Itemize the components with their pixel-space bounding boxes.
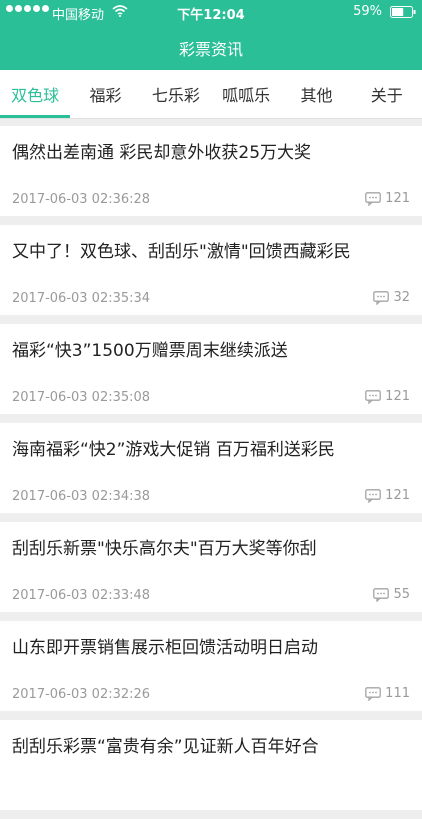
article-date: 2017-06-03 02:36:28 xyxy=(12,192,151,207)
article-date: 2017-06-03 02:35:34 xyxy=(12,291,151,306)
category-tabs: 双色球 福彩 七乐彩 呱呱乐 其他 关于 xyxy=(0,70,422,119)
article-card[interactable]: 又中了！双色球、刮刮乐"激情"回馈西藏彩民 2017-06-03 02:35:34… xyxy=(0,225,422,315)
status-bar: 中国移动 下午12:04 59% xyxy=(0,0,422,24)
comment-count: 55 xyxy=(373,587,410,602)
tab-label: 其他 xyxy=(300,86,333,105)
article-title: 福彩“快3”1500万赠票周末继续派送 xyxy=(12,341,288,361)
comment-count: 121 xyxy=(365,488,410,503)
comment-icon xyxy=(365,488,382,503)
comment-icon xyxy=(365,686,382,701)
article-card[interactable]: 刮刮乐新票"快乐高尔夫"百万大奖等你刮 2017-06-03 02:33:48 55 xyxy=(0,522,422,612)
comment-number: 111 xyxy=(385,686,410,701)
comment-number: 121 xyxy=(385,389,410,404)
comment-icon xyxy=(365,191,382,206)
comment-count: 121 xyxy=(365,191,410,206)
tab-4[interactable]: 其他 xyxy=(281,70,351,118)
article-title: 海南福彩“快2”游戏大促销 百万福利送彩民 xyxy=(12,440,335,460)
comment-number: 55 xyxy=(393,587,410,602)
article-card[interactable]: 海南福彩“快2”游戏大促销 百万福利送彩民 2017-06-03 02:34:38… xyxy=(0,423,422,513)
battery-percentage: 59% xyxy=(353,4,382,19)
article-card[interactable]: 刮刮乐彩票“富贵有余”见证新人百年好合 xyxy=(0,720,422,810)
battery-icon xyxy=(390,6,416,18)
comment-count: 121 xyxy=(365,389,410,404)
tab-3[interactable]: 呱呱乐 xyxy=(211,70,281,118)
article-card[interactable]: 福彩“快3”1500万赠票周末继续派送 2017-06-03 02:35:08 12… xyxy=(0,324,422,414)
article-title: 山东即开票销售展示柜回馈活动明日启动 xyxy=(12,638,318,658)
tab-label: 双色球 xyxy=(11,86,60,105)
comment-count: 32 xyxy=(373,290,410,305)
article-title: 刮刮乐新票"快乐高尔夫"百万大奖等你刮 xyxy=(12,539,317,559)
comment-icon xyxy=(373,290,390,305)
article-date: 2017-06-03 02:34:38 xyxy=(12,489,151,504)
comment-number: 32 xyxy=(393,290,410,305)
article-card[interactable]: 偶然出差南通 彩民却意外收获25万大奖 2017-06-03 02:36:28 12… xyxy=(0,126,422,216)
comment-count: 111 xyxy=(365,686,410,701)
page-title: 彩票资讯 xyxy=(178,40,243,59)
article-title: 刮刮乐彩票“富贵有余”见证新人百年好合 xyxy=(12,737,319,757)
tab-1[interactable]: 福彩 xyxy=(70,70,140,118)
tab-2[interactable]: 七乐彩 xyxy=(141,70,211,118)
comment-number: 121 xyxy=(385,488,410,503)
comment-icon xyxy=(365,389,382,404)
tab-label: 关于 xyxy=(370,86,403,105)
article-list: 偶然出差南通 彩民却意外收获25万大奖 2017-06-03 02:36:28 12… xyxy=(0,126,422,819)
article-date: 2017-06-03 02:33:48 xyxy=(12,588,151,603)
tab-label: 福彩 xyxy=(89,86,122,105)
tab-label: 呱呱乐 xyxy=(222,86,271,105)
article-date: 2017-06-03 02:35:08 xyxy=(12,390,151,405)
article-title: 偶然出差南通 彩民却意外收获25万大奖 xyxy=(12,143,312,163)
tab-label: 七乐彩 xyxy=(151,86,200,105)
active-tab-indicator xyxy=(0,115,71,118)
article-card[interactable]: 山东即开票销售展示柜回馈活动明日启动 2017-06-03 02:32:26 111 xyxy=(0,621,422,711)
article-date: 2017-06-03 02:32:26 xyxy=(12,687,151,702)
app-header: 中国移动 下午12:04 59% 彩票资讯 xyxy=(0,0,422,70)
tab-5[interactable]: 关于 xyxy=(352,70,422,118)
tab-0[interactable]: 双色球 xyxy=(0,70,71,118)
comment-number: 121 xyxy=(385,191,410,206)
article-title: 又中了！双色球、刮刮乐"激情"回馈西藏彩民 xyxy=(12,242,351,262)
comment-icon xyxy=(373,587,390,602)
